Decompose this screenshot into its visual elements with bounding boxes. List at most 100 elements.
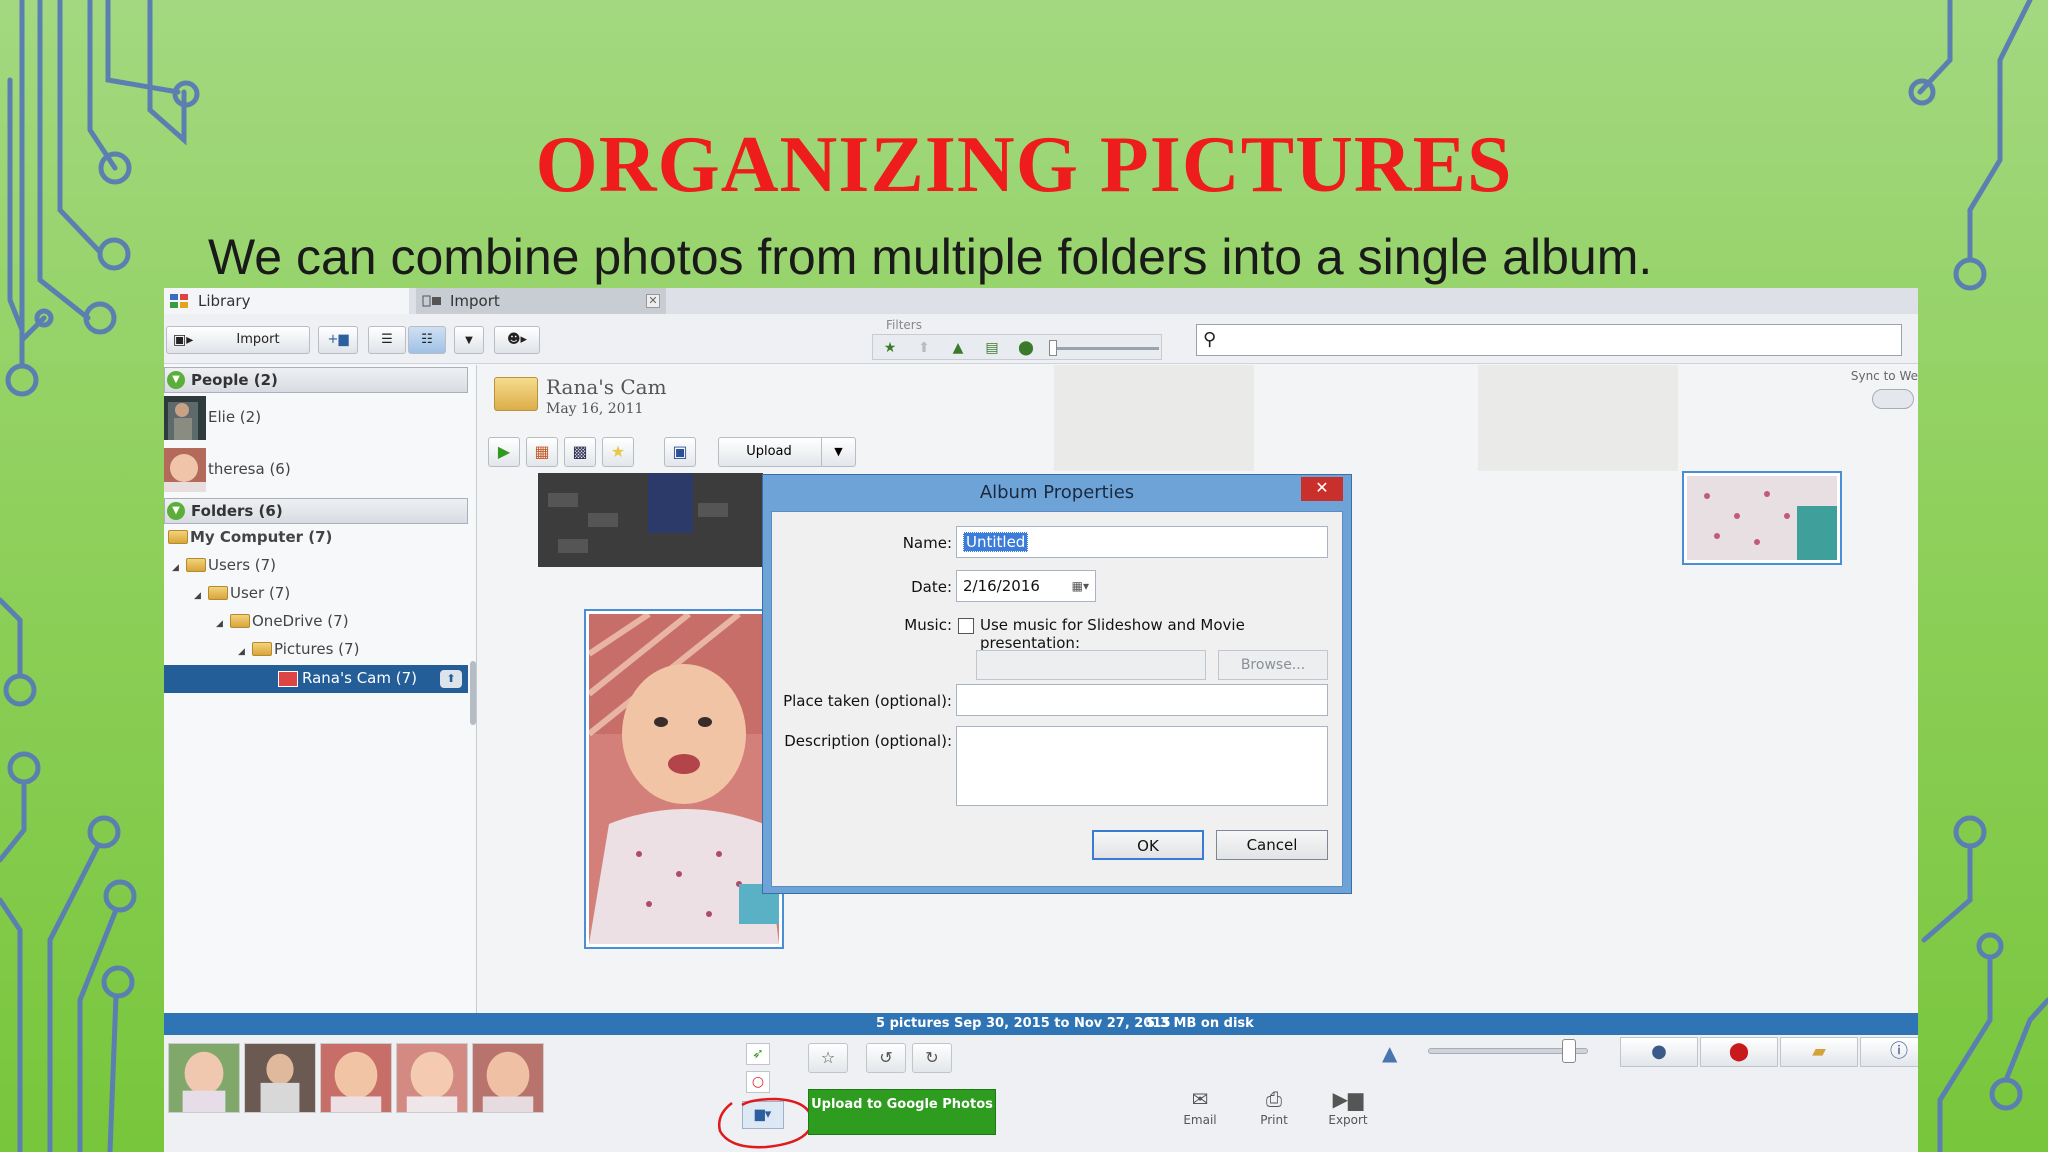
search-input[interactable]: ⚲ xyxy=(1196,324,1902,356)
tray-thumbnail[interactable] xyxy=(472,1043,544,1113)
chevron-down-icon[interactable]: ▼ xyxy=(821,438,855,466)
upload-button[interactable]: Upload ▼ xyxy=(718,437,856,467)
music-checkbox[interactable] xyxy=(958,618,974,634)
tab-import-label: Import xyxy=(450,292,500,310)
search-icon: ⚲ xyxy=(1203,329,1217,350)
upload-filter-icon[interactable]: ⬆ xyxy=(915,339,933,357)
tab-import[interactable]: Import ✕ xyxy=(416,288,666,314)
movie-filter-icon[interactable]: ▤ xyxy=(983,339,1001,357)
printer-icon: ⎙ xyxy=(1266,1087,1282,1111)
album-date-picker[interactable]: 2/16/2016 ▦▾ xyxy=(956,570,1096,602)
ok-button[interactable]: OK xyxy=(1092,830,1204,860)
place-taken-input[interactable] xyxy=(956,684,1328,716)
starred-filter-icon[interactable]: ★ xyxy=(881,339,899,357)
person-name: theresa (6) xyxy=(208,460,291,478)
close-tab-icon[interactable]: ✕ xyxy=(646,294,660,308)
tab-library[interactable]: Library xyxy=(164,288,409,314)
folders-section-header[interactable]: ▼ Folders (6) xyxy=(164,498,468,524)
collage-button[interactable]: ▦ xyxy=(526,437,558,467)
name-label: Name: xyxy=(902,534,952,552)
add-to-album-button[interactable]: +▆ xyxy=(318,326,358,354)
expand-arrow-icon[interactable]: ◢ xyxy=(216,612,230,636)
hold-tray-icon[interactable]: ➶ xyxy=(746,1043,770,1065)
sidebar-person-elie[interactable]: Elie (2) xyxy=(164,396,468,440)
star-tool-button[interactable]: ☆ xyxy=(808,1043,848,1073)
rotate-right-button[interactable]: ↻ xyxy=(912,1043,952,1073)
tray-thumbnail[interactable] xyxy=(320,1043,392,1113)
tags-panel-button[interactable]: ▰ xyxy=(1780,1037,1858,1067)
email-button[interactable]: ✉ Email xyxy=(1170,1087,1230,1127)
people-manager-button[interactable]: ☻▸ xyxy=(494,326,540,354)
tray-thumbnail[interactable] xyxy=(396,1043,468,1113)
import-button[interactable]: ▣▸ Import xyxy=(166,326,310,354)
photo-thumbnail[interactable] xyxy=(538,473,763,567)
sidebar: ▼ People (2) Elie (2) theresa (6) ▼ Fold… xyxy=(164,365,477,1015)
dialog-body: Name: Untitled Date: 2/16/2016 ▦▾ Music:… xyxy=(771,511,1343,887)
photo-thumbnail-selected[interactable] xyxy=(584,609,784,949)
ghost-photo xyxy=(1478,365,1678,471)
expand-arrow-icon[interactable]: ◢ xyxy=(172,556,186,580)
description-label: Description (optional): xyxy=(784,732,952,750)
expand-arrow-icon[interactable]: ◢ xyxy=(238,640,252,664)
tree-view-button[interactable]: ☷ xyxy=(408,326,446,354)
status-disk-size: 5.3 MB on disk xyxy=(1146,1016,1254,1031)
tree-item-my-computer[interactable]: My Computer (7) xyxy=(168,525,332,549)
collapse-triangle-icon: ▼ xyxy=(167,502,185,520)
people-panel-button[interactable]: ● xyxy=(1620,1037,1698,1067)
expand-arrow-icon[interactable]: ◢ xyxy=(194,584,208,608)
description-textarea[interactable] xyxy=(956,726,1328,806)
export-button[interactable]: ▶▆ Export xyxy=(1318,1087,1378,1127)
slide-subtitle: We can combine photos from multiple fold… xyxy=(208,229,1653,285)
album-icon xyxy=(278,671,298,687)
status-picture-count: 5 pictures xyxy=(876,1016,950,1031)
movie-button[interactable]: ▩ xyxy=(564,437,596,467)
tray-thumbnail[interactable] xyxy=(244,1043,316,1113)
sidebar-person-theresa[interactable]: theresa (6) xyxy=(164,448,468,492)
red-annotation-circle xyxy=(718,1097,814,1149)
photo-thumbnail[interactable] xyxy=(1682,471,1842,565)
print-label: Print xyxy=(1260,1113,1288,1127)
sidebar-scrollbar[interactable] xyxy=(470,661,476,725)
places-panel-button[interactable]: ⬤ xyxy=(1700,1037,1778,1067)
sync-to-web-toggle[interactable] xyxy=(1872,389,1914,409)
info-panel-button[interactable]: ⓘ xyxy=(1860,1037,1918,1067)
upload-status-icon[interactable]: ⬆ xyxy=(440,670,462,688)
tree-item-label: Pictures (7) xyxy=(274,640,360,658)
photo-image xyxy=(1687,476,1837,560)
cancel-button[interactable]: Cancel xyxy=(1216,830,1328,860)
geotag-filter-icon[interactable]: ⬤ xyxy=(1017,339,1035,357)
people-filter-icon[interactable]: ▲ xyxy=(949,339,967,357)
person-avatar xyxy=(164,448,206,492)
film-icon: ▩ xyxy=(572,442,588,461)
rotate-left-button[interactable]: ↺ xyxy=(866,1043,906,1073)
thumbnail-zoom-knob[interactable] xyxy=(1562,1039,1576,1063)
calendar-dropdown-icon[interactable]: ▦▾ xyxy=(1072,571,1089,601)
tree-list-icon: ☷ xyxy=(421,332,433,347)
tree-item-users[interactable]: ◢ Users (7) xyxy=(172,553,276,577)
tab-bar: Library Import ✕ xyxy=(164,288,1918,314)
rotate-left-icon: ↺ xyxy=(879,1048,893,1067)
upload-to-google-photos-button[interactable]: Upload to Google Photos xyxy=(808,1089,996,1135)
date-filter-slider-knob[interactable] xyxy=(1049,340,1057,356)
folder-icon xyxy=(168,530,188,544)
tree-item-pictures[interactable]: ◢ Pictures (7) xyxy=(238,637,359,661)
info-icon: ⓘ xyxy=(1890,1041,1908,1062)
save-button[interactable]: ▣ xyxy=(664,437,696,467)
browse-button[interactable]: Browse... xyxy=(1218,650,1328,680)
view-dropdown-button[interactable]: ▼ xyxy=(454,326,484,354)
print-button[interactable]: ⎙ Print xyxy=(1244,1087,1304,1127)
tray-thumbnail[interactable] xyxy=(168,1043,240,1113)
import-camera-icon xyxy=(422,295,441,307)
list-view-button[interactable]: ☰ xyxy=(368,326,406,354)
album-name-input[interactable]: Untitled xyxy=(956,526,1328,558)
play-slideshow-button[interactable]: ▶ xyxy=(488,437,520,467)
star-button[interactable]: ★ xyxy=(602,437,634,467)
ghost-photo xyxy=(1054,365,1254,471)
tree-item-ranas-cam[interactable]: Rana's Cam (7) ⬆ xyxy=(164,665,468,693)
close-icon[interactable]: ✕ xyxy=(1301,477,1343,501)
tree-item-onedrive[interactable]: ◢ OneDrive (7) xyxy=(216,609,349,633)
tree-item-user[interactable]: ◢ User (7) xyxy=(194,581,290,605)
tag-icon: ▰ xyxy=(1812,1041,1826,1062)
clear-tray-icon[interactable]: ○ xyxy=(746,1071,770,1093)
people-section-header[interactable]: ▼ People (2) xyxy=(164,367,468,393)
